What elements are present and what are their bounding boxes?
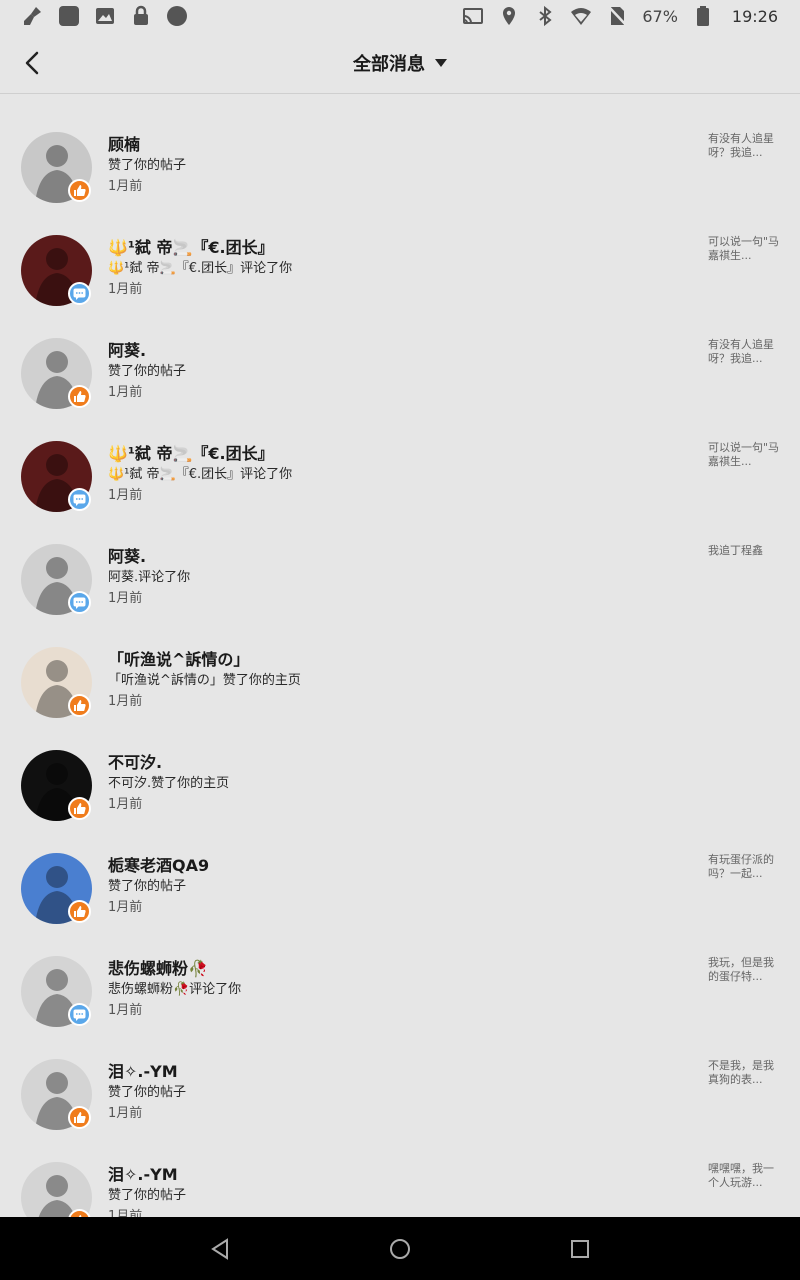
message-time: 1月前 bbox=[108, 591, 143, 606]
post-snippet[interactable]: 有没有人追星呀？我追... bbox=[708, 338, 780, 366]
message-item[interactable]: 阿葵. 阿葵.评论了你 1月前 我追丁程鑫 bbox=[0, 507, 800, 615]
message-list[interactable]: 顾楠 赞了你的帖子 1月前 有没有人追星呀？我追... 🔱¹弑 帝🚬『€.团长』 🔱¹弑 … bbox=[0, 95, 800, 1217]
message-action: 阿葵.评论了你 bbox=[108, 570, 191, 585]
android-nav-bar bbox=[0, 1217, 800, 1280]
nav-recents-button[interactable] bbox=[565, 1234, 595, 1264]
wifi-icon bbox=[570, 5, 592, 27]
message-item[interactable]: 栀寒老酒QA9 赞了你的帖子 1月前 有玩蛋仔派的吗？一起... bbox=[0, 816, 800, 924]
nav-recents-icon bbox=[571, 1239, 589, 1258]
sender-name[interactable]: 泪✧.-YM bbox=[108, 1058, 178, 1082]
battery-percent: 67% bbox=[642, 6, 678, 26]
message-item[interactable]: 顾楠赞了你的帖子 1月前 有没有人追星呀？我追... bbox=[0, 95, 800, 203]
post-snippet[interactable]: 不是我，是我真狗的表... bbox=[708, 1059, 780, 1087]
post-snippet[interactable]: 嘿嘿嘿，我一个人玩游... bbox=[708, 1162, 780, 1190]
app-square-icon bbox=[58, 5, 80, 27]
sender-name[interactable]: 🔱¹弑 帝🚬『€.团长』 bbox=[108, 234, 274, 258]
nav-back-button[interactable] bbox=[205, 1234, 235, 1264]
message-item[interactable]: 泪✧.-YM 赞了你的帖子 1月前 嘿嘿嘿，我一个人玩游... bbox=[0, 1125, 800, 1217]
location-icon bbox=[498, 5, 520, 27]
post-snippet[interactable]: 可以说一句"马嘉祺生... bbox=[708, 235, 780, 263]
message-item[interactable]: 悲伤螺蛳粉🥀 悲伤螺蛳粉🥀评论了你 1月前 我玩，但是我的蛋仔特... bbox=[0, 919, 800, 1027]
message-time: 1月前 bbox=[108, 488, 143, 503]
back-arrow-icon bbox=[25, 51, 39, 75]
sender-name[interactable]: 顾楠 bbox=[108, 131, 140, 155]
triangle-down-icon bbox=[435, 58, 447, 67]
message-action: 赞了你的帖子 bbox=[108, 1085, 187, 1100]
message-time: 1月前 bbox=[108, 385, 143, 400]
message-time: 1月前 bbox=[108, 694, 143, 709]
message-action: 「听渔说^訴情の」赞了你的主页 bbox=[108, 673, 301, 688]
message-action: 赞了你的帖子 bbox=[108, 879, 187, 894]
sender-name[interactable]: 阿葵. bbox=[108, 543, 146, 567]
status-bar-left bbox=[22, 5, 188, 27]
image-icon bbox=[94, 5, 116, 27]
message-time: 1月前 bbox=[108, 1209, 143, 1217]
message-time: 1月前 bbox=[108, 179, 143, 194]
post-snippet[interactable]: 我追丁程鑫 bbox=[708, 544, 780, 558]
message-action: 不可汐.赞了你的主页 bbox=[108, 776, 230, 791]
status-bar: 67% 19:26 bbox=[0, 0, 800, 32]
no-sim-icon bbox=[606, 5, 628, 27]
message-filter-dropdown[interactable]: 全部消息 bbox=[353, 50, 447, 76]
circle-icon bbox=[166, 5, 188, 27]
nav-back-icon bbox=[211, 1237, 228, 1260]
message-item[interactable]: 🔱¹弑 帝🚬『€.团长』 🔱¹弑 帝🚬『€.团长』评论了你 1月前 可以说一句"马嘉祺… bbox=[0, 404, 800, 512]
nav-home-icon bbox=[390, 1238, 410, 1259]
post-snippet[interactable]: 有玩蛋仔派的吗？一起... bbox=[708, 853, 780, 881]
message-action: 🔱¹弑 帝🚬『€.团长』评论了你 bbox=[108, 261, 293, 276]
sender-name[interactable]: 栀寒老酒QA9 bbox=[108, 852, 209, 876]
message-item[interactable]: 阿葵. 赞了你的帖子 1月前 有没有人追星呀？我追... bbox=[0, 301, 800, 409]
sender-name[interactable]: 悲伤螺蛳粉🥀 bbox=[108, 955, 208, 979]
nav-home-button[interactable] bbox=[385, 1234, 415, 1264]
message-action: 悲伤螺蛳粉🥀评论了你 bbox=[108, 982, 242, 997]
broom-icon bbox=[22, 5, 44, 27]
message-action: 赞了你的帖子 bbox=[108, 158, 187, 173]
message-item[interactable]: 🔱¹弑 帝🚬『€.团长』 🔱¹弑 帝🚬『€.团长』评论了你 1月前 可以说一句"马嘉祺… bbox=[0, 198, 800, 306]
bluetooth-icon bbox=[534, 5, 556, 27]
sender-name[interactable]: 🔱¹弑 帝🚬『€.团长』 bbox=[108, 440, 274, 464]
message-time: 1月前 bbox=[108, 797, 143, 812]
status-bar-right: 67% 19:26 bbox=[462, 5, 778, 27]
sender-name[interactable]: 阿葵. bbox=[108, 337, 146, 361]
back-button[interactable] bbox=[18, 48, 46, 78]
top-bar: 全部消息 bbox=[0, 32, 800, 94]
post-snippet[interactable]: 我玩，但是我的蛋仔特... bbox=[708, 956, 780, 984]
message-time: 1月前 bbox=[108, 1003, 143, 1018]
message-action: 🔱¹弑 帝🚬『€.团长』评论了你 bbox=[108, 467, 293, 482]
sender-name[interactable]: 泪✧.-YM bbox=[108, 1161, 178, 1185]
message-action: 赞了你的帖子 bbox=[108, 364, 187, 379]
sender-name[interactable]: 「听渔说^訴情の」 bbox=[108, 646, 249, 670]
post-snippet[interactable]: 可以说一句"马嘉祺生... bbox=[708, 441, 780, 469]
message-time: 1月前 bbox=[108, 900, 143, 915]
message-item[interactable]: 不可汐. 不可汐.赞了你的主页 1月前 bbox=[0, 713, 800, 821]
message-action: 赞了你的帖子 bbox=[108, 1188, 187, 1203]
message-time: 1月前 bbox=[108, 282, 143, 297]
clock: 19:26 bbox=[731, 6, 778, 26]
page-title: 全部消息 bbox=[353, 53, 425, 75]
message-item[interactable]: 泪✧.-YM 赞了你的帖子 1月前 不是我，是我真狗的表... bbox=[0, 1022, 800, 1130]
message-item[interactable]: 「听渔说^訴情の」「听渔说^訴情の」赞了你的主页 1月前 bbox=[0, 610, 800, 718]
post-snippet[interactable]: 有没有人追星呀？我追... bbox=[708, 132, 780, 160]
sender-name[interactable]: 不可汐. bbox=[108, 749, 162, 773]
message-time: 1月前 bbox=[108, 1106, 143, 1121]
lock-icon bbox=[130, 5, 152, 27]
battery-icon bbox=[692, 5, 714, 27]
cast-icon bbox=[462, 5, 484, 27]
